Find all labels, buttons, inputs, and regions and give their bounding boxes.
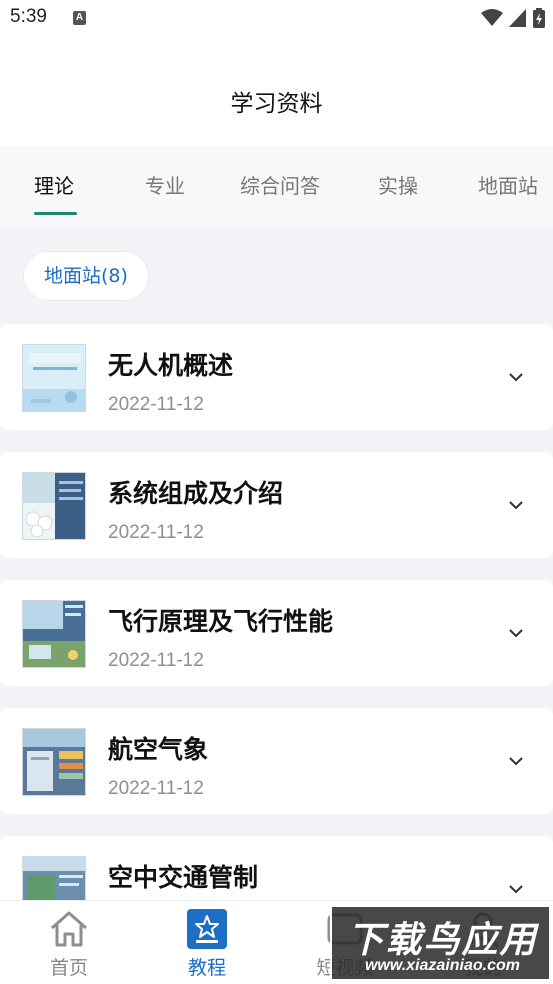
- home-icon: [51, 911, 87, 947]
- content-list: 地面站(8) 无人机概述 2022-11-12 系统组成及介绍 2022-11-…: [0, 228, 553, 900]
- watermark-logo: 下载鸟应用 www.xiazainiao.com: [330, 905, 551, 981]
- item-date: 2022-11-12: [108, 778, 204, 799]
- wifi-icon: [481, 9, 503, 26]
- list-item[interactable]: 空中交通管制: [0, 836, 553, 900]
- page-title: 学习资料: [230, 91, 323, 117]
- filter-chip[interactable]: 地面站(8): [24, 252, 148, 300]
- cover-thumbnail: [22, 344, 86, 412]
- watermark-url: www.xiazainiao.com: [364, 957, 520, 974]
- nav-tutorial-label: 教程: [187, 957, 226, 979]
- nav-home-label: 首页: [49, 957, 88, 979]
- list-item[interactable]: 飞行原理及飞行性能 2022-11-12: [0, 580, 553, 686]
- item-title: 空中交通管制: [108, 863, 259, 892]
- item-date: 2022-11-12: [108, 522, 204, 543]
- cover-thumbnail: [22, 728, 86, 796]
- status-time: 5:39: [10, 6, 47, 27]
- item-date: 2022-11-12: [108, 650, 204, 671]
- chevron-down-icon[interactable]: [507, 368, 525, 386]
- item-title: 系统组成及介绍: [108, 479, 284, 508]
- nav-home[interactable]: 首页: [14, 901, 124, 984]
- chevron-down-icon[interactable]: [507, 624, 525, 642]
- list-item[interactable]: 无人机概述 2022-11-12: [0, 324, 553, 430]
- tab-ground-station[interactable]: 地面站: [478, 170, 538, 199]
- item-title: 飞行原理及飞行性能: [108, 607, 334, 636]
- battery-icon: [533, 8, 545, 28]
- item-date: 2022-11-12: [108, 394, 204, 415]
- notification-icon: A: [73, 11, 86, 25]
- chevron-down-icon[interactable]: [507, 752, 525, 770]
- list-item[interactable]: 系统组成及介绍 2022-11-12: [0, 452, 553, 558]
- cover-thumbnail: [22, 600, 86, 668]
- chevron-down-icon[interactable]: [507, 496, 525, 514]
- cover-thumbnail: [22, 472, 86, 540]
- item-title: 无人机概述: [108, 351, 234, 380]
- signal-icon: [509, 9, 526, 27]
- item-title: 航空气象: [108, 735, 209, 764]
- tutorial-icon: [187, 909, 227, 949]
- app-header: 学习资料: [0, 38, 553, 146]
- status-icons: [481, 8, 545, 28]
- tab-practice[interactable]: 实操: [378, 170, 418, 199]
- watermark-title: 下载鸟应用: [347, 920, 538, 961]
- tab-qa[interactable]: 综合问答: [240, 170, 320, 199]
- cover-thumbnail: [22, 856, 86, 900]
- chevron-down-icon[interactable]: [507, 880, 525, 898]
- nav-tutorial[interactable]: 教程: [152, 901, 262, 984]
- list-item[interactable]: 航空气象 2022-11-12: [0, 708, 553, 814]
- active-tab-indicator: [34, 212, 77, 215]
- category-tabs: 理论 专业 综合问答 实操 地面站: [0, 146, 553, 228]
- tab-theory[interactable]: 理论: [34, 170, 74, 199]
- status-bar: 5:39 A: [0, 0, 553, 38]
- tab-major[interactable]: 专业: [145, 170, 185, 199]
